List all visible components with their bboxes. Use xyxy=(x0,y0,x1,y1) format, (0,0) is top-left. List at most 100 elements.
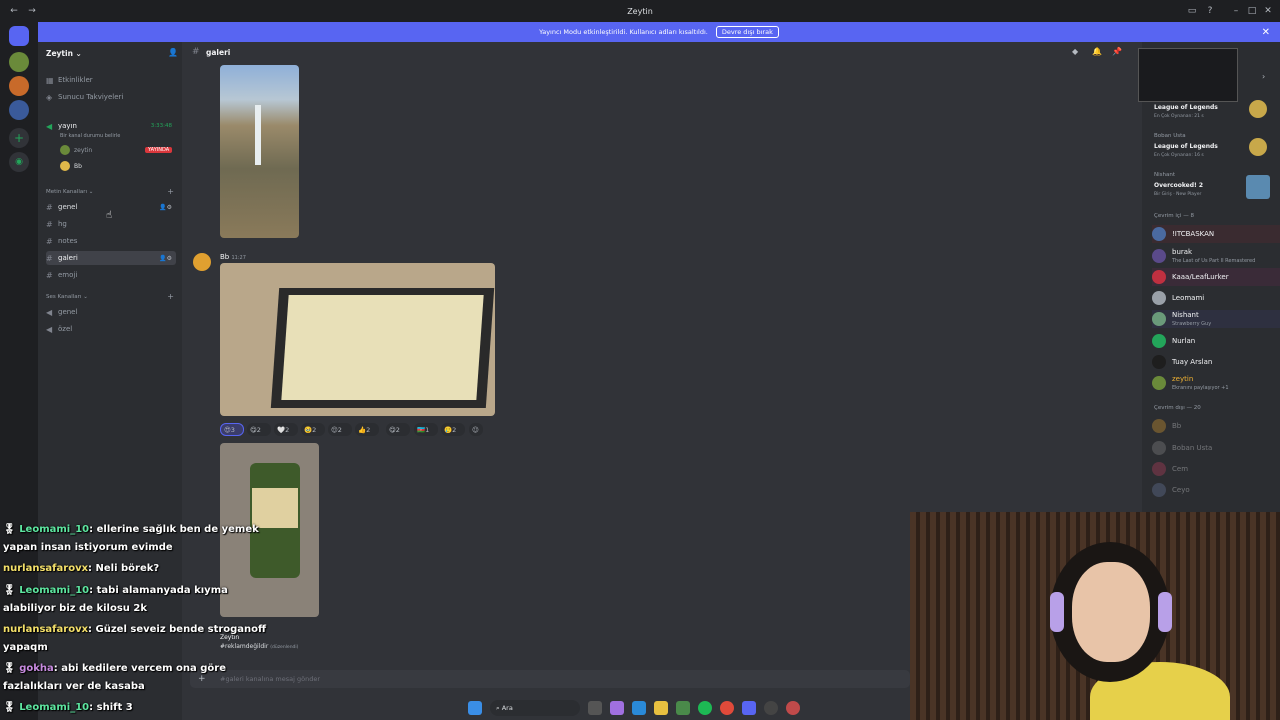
explore-icon[interactable]: ◉ xyxy=(9,152,29,172)
voice-category[interactable]: Ses Kanalları ⌄ xyxy=(46,294,88,300)
bell-icon[interactable]: 🔔 xyxy=(1092,47,1102,56)
settings-icon[interactable]: 👤⚙ xyxy=(159,204,172,211)
channel-emoji[interactable]: # emoji xyxy=(46,268,176,282)
image-attachment-waterfall[interactable] xyxy=(220,65,299,238)
voice-channel-ozel[interactable]: ◀ özel xyxy=(46,322,176,336)
image-attachment-borek[interactable] xyxy=(220,263,495,416)
reaction[interactable]: 😍 3 xyxy=(220,423,244,436)
server-icon[interactable] xyxy=(9,76,29,96)
chat-line: 🎖 Leomami_10: tabi alamanyada kıyma xyxy=(3,585,228,596)
member-item[interactable]: Cem xyxy=(1152,460,1280,478)
add-channel-icon[interactable]: + xyxy=(167,187,174,196)
maximize-icon[interactable]: □ xyxy=(1246,5,1258,17)
server-icon[interactable] xyxy=(9,52,29,72)
headphones-graphic xyxy=(1158,592,1172,632)
message-composer[interactable]: + #galeri kanalına mesaj gönder xyxy=(190,670,910,688)
sidebar-item-events[interactable]: ▦ Etkinlikler xyxy=(46,73,176,87)
reaction[interactable]: 🤍 2 xyxy=(274,423,298,436)
add-reaction-button[interactable]: ☺ xyxy=(469,423,483,436)
windows-start-icon[interactable] xyxy=(468,701,482,715)
reaction[interactable]: 🥹 2 xyxy=(301,423,325,436)
discord-home-icon[interactable] xyxy=(9,26,29,46)
reaction[interactable]: 😋 2 xyxy=(386,423,410,436)
chrome-icon[interactable] xyxy=(720,701,734,715)
activity-user[interactable]: Nishant xyxy=(1154,172,1175,178)
member-item[interactable]: Boban Usta xyxy=(1152,439,1280,457)
chat-line: 🎖 gokha: abi kedilere vercem ona göre xyxy=(3,663,226,674)
task-view-icon[interactable] xyxy=(588,701,602,715)
avatar xyxy=(1152,334,1166,348)
close-window-icon[interactable]: ✕ xyxy=(1262,5,1274,17)
app-icon[interactable] xyxy=(786,701,800,715)
channel-galeri[interactable]: # galeri 👤⚙ xyxy=(46,251,176,265)
threads-icon[interactable]: ◆ xyxy=(1072,47,1078,56)
taskbar: ⌕ Ara xyxy=(420,696,840,720)
person-face xyxy=(1072,562,1150,662)
hash-icon: # xyxy=(46,270,53,280)
hash-icon: # xyxy=(46,236,53,246)
member-item[interactable]: Bb xyxy=(1152,417,1280,435)
store-icon[interactable] xyxy=(676,701,690,715)
speaker-icon: ◀ xyxy=(46,324,53,334)
member-item[interactable]: Tuay Arslan xyxy=(1152,353,1280,371)
disable-streamer-mode-button[interactable]: Devre dışı bırak xyxy=(715,26,779,38)
sidebar-item-boosts[interactable]: ◈ Sunucu Takviyeleri xyxy=(46,90,176,104)
text-category[interactable]: Metin Kanalları ⌄ xyxy=(46,189,93,195)
reaction[interactable]: 🇦🇿 1 xyxy=(414,423,438,436)
message-author[interactable]: Zeytin xyxy=(220,634,239,641)
game-icon xyxy=(1249,100,1267,118)
obs-icon[interactable] xyxy=(764,701,778,715)
reaction[interactable]: 🥲 2 xyxy=(441,423,465,436)
avatar xyxy=(60,161,70,171)
reaction[interactable]: 😋 2 xyxy=(247,423,271,436)
chevron-right-icon[interactable]: › xyxy=(1262,72,1265,81)
taskbar-search[interactable]: ⌕ Ara xyxy=(490,700,580,716)
chat-line: 🎖 Leomami_10: ellerine sağlık ben de yem… xyxy=(3,524,259,535)
add-member-icon[interactable]: 👤 xyxy=(168,48,178,57)
server-name[interactable]: Zeytin ⌄ xyxy=(46,49,82,58)
settings-icon[interactable]: 👤⚙ xyxy=(159,255,172,262)
add-attachment-icon[interactable]: + xyxy=(198,674,206,684)
inbox-icon[interactable]: ▭ xyxy=(1186,5,1198,17)
voice-user[interactable]: zeytin YAYINDA xyxy=(60,145,173,155)
activity-user[interactable]: Boban Usta xyxy=(1154,133,1186,139)
activity-meta: En Çok Oynanan: 21 s xyxy=(1154,114,1204,119)
avatar[interactable] xyxy=(193,253,211,271)
activity-game: Overcooked! 2 xyxy=(1154,182,1204,189)
help-icon[interactable]: ? xyxy=(1204,5,1216,17)
discord-icon[interactable] xyxy=(742,701,756,715)
pin-icon[interactable]: 📌 xyxy=(1112,47,1122,56)
edge-icon[interactable] xyxy=(632,701,646,715)
spotify-icon[interactable] xyxy=(698,701,712,715)
game-icon xyxy=(1246,175,1270,199)
voice-channel-live[interactable]: ◀ yayın 3:33:48 xyxy=(46,119,176,133)
message-author[interactable]: Bb 11:27 xyxy=(220,253,246,261)
member-item[interactable]: Ceyo xyxy=(1152,481,1280,499)
member-item[interactable]: zeytin Ekranını paylaşıyor +1 xyxy=(1152,374,1280,392)
server-icon[interactable] xyxy=(9,100,29,120)
reaction[interactable]: 😌 2 xyxy=(328,423,352,436)
stream-preview-thumbnail[interactable] xyxy=(1138,48,1238,102)
channel-notes[interactable]: # notes xyxy=(46,234,176,248)
app-icon[interactable] xyxy=(610,701,624,715)
minimize-icon[interactable]: – xyxy=(1230,5,1242,17)
voice-user[interactable]: Bb xyxy=(60,161,82,171)
member-item[interactable]: Nishant Strawberry Guy xyxy=(1152,310,1280,328)
member-item[interactable]: Leomami xyxy=(1152,289,1280,307)
close-icon[interactable]: ✕ xyxy=(1262,27,1270,38)
voice-channel-genel[interactable]: ◀ genel xyxy=(46,305,176,319)
avatar xyxy=(60,145,70,155)
add-channel-icon[interactable]: + xyxy=(167,292,174,301)
live-badge: YAYINDA xyxy=(145,147,173,153)
member-item[interactable]: Kaaa/LeafLurker xyxy=(1152,268,1280,286)
avatar xyxy=(1152,441,1166,455)
add-server-icon[interactable]: + xyxy=(9,128,29,148)
channel-status[interactable]: Bir kanal durumu belirle xyxy=(60,133,120,139)
game-icon xyxy=(1249,138,1267,156)
member-item[interactable]: !ITCBASKAN xyxy=(1152,225,1280,243)
member-item[interactable]: burak The Last of Us Part II Remastered xyxy=(1152,247,1280,265)
file-explorer-icon[interactable] xyxy=(654,701,668,715)
reaction[interactable]: 👍 2 xyxy=(355,423,379,436)
member-item[interactable]: Nurlan xyxy=(1152,332,1280,350)
activity-meta: En Çok Oynanan: 16 s xyxy=(1154,153,1204,158)
